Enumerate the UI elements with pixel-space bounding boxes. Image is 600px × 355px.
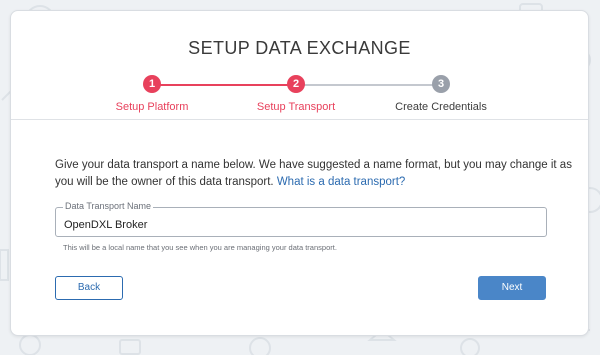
step-setup-transport: 2 Setup Transport: [231, 75, 361, 113]
next-button[interactable]: Next: [478, 276, 546, 300]
progress-stepper: 1 Setup Platform 2 Setup Transport 3 Cre…: [11, 75, 588, 119]
transport-name-input[interactable]: [56, 208, 546, 236]
field-hint: This will be a local name that you see w…: [63, 243, 337, 252]
setup-card: SETUP DATA EXCHANGE 1 Setup Platform 2 S…: [10, 10, 589, 336]
step-number-badge: 3: [432, 75, 450, 93]
step-number-badge: 2: [287, 75, 305, 93]
step-label: Create Credentials: [395, 101, 487, 113]
step-label: Setup Transport: [256, 101, 336, 113]
step-create-credentials: 3 Create Credentials: [376, 75, 506, 113]
page-title: SETUP DATA EXCHANGE: [188, 38, 411, 58]
description-text: Give your data transport a name below. W…: [55, 157, 575, 191]
help-link[interactable]: What is a data transport?: [277, 176, 405, 188]
back-button[interactable]: Back: [55, 276, 123, 300]
step-number-badge: 1: [143, 75, 161, 93]
header-divider: [11, 119, 588, 120]
step-label: Setup Platform: [115, 101, 189, 113]
step-setup-platform: 1 Setup Platform: [87, 75, 217, 113]
transport-name-field: Data Transport Name: [55, 201, 547, 237]
